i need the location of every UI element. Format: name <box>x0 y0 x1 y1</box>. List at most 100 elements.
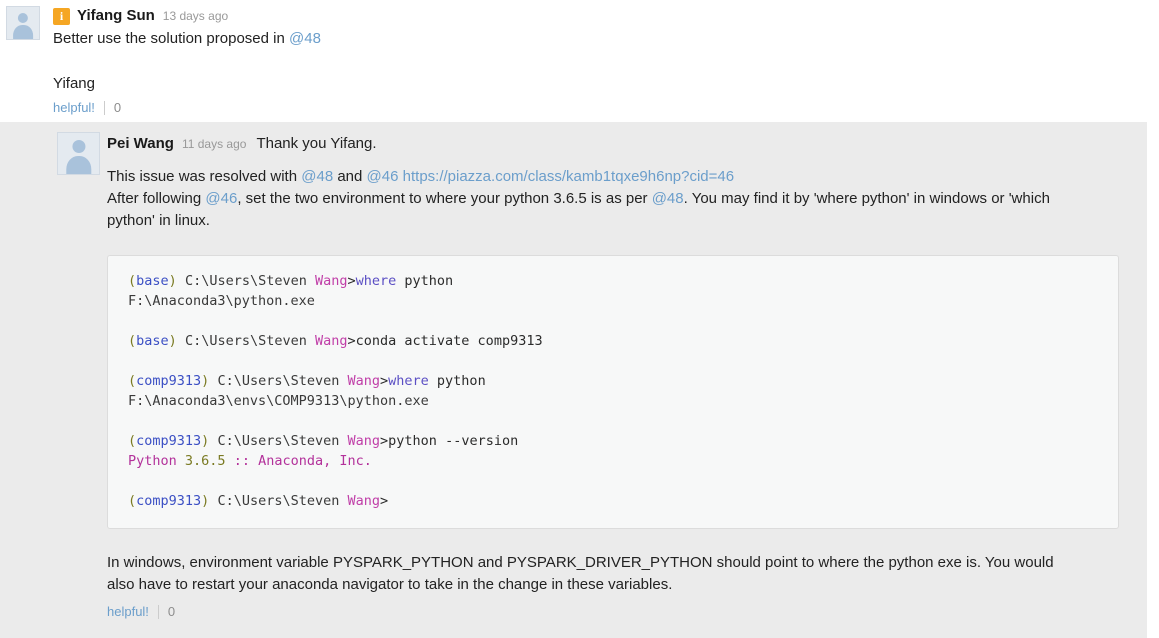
closing-line-2: also have to restart your anaconda navig… <box>107 576 673 593</box>
code-token: Wang <box>347 433 381 449</box>
code-token: Python <box>128 453 177 469</box>
reply-post-text: This issue was resolved with @48 and @46… <box>107 166 1133 232</box>
post-reference-link-48[interactable]: @48 <box>301 168 333 185</box>
code-token: ( <box>128 433 137 449</box>
terminal-code-block: (base) C:\Users\Steven Wang>where python… <box>107 255 1119 529</box>
code-line: F:\Anaconda3\envs\COMP9313\python.exe <box>128 391 1098 411</box>
text-segment: After following <box>107 190 206 207</box>
text-segment: and <box>333 168 367 185</box>
code-line: (comp9313) C:\Users\Steven Wang> <box>128 491 1098 511</box>
root-helpful-row: helpful! 0 <box>53 100 1149 116</box>
code-token: Wang <box>314 333 348 349</box>
reply-post: Pei Wang 11 days ago Thank you Yifang. T… <box>0 122 1147 638</box>
author-name[interactable]: Pei Wang <box>107 132 174 156</box>
author-name[interactable]: Yifang Sun <box>77 6 155 26</box>
helpful-button[interactable]: helpful! <box>107 604 149 620</box>
root-post-signature: Yifang <box>53 75 95 92</box>
code-token: base <box>136 273 169 289</box>
post-reference-link-46[interactable]: @46 <box>367 168 399 185</box>
reply-post-header: Pei Wang 11 days ago Thank you Yifang. <box>107 132 1133 156</box>
post-reference-link-48[interactable]: @48 <box>652 190 684 207</box>
code-token: C:\Users\Steven <box>184 333 315 349</box>
closing-line-1: In windows, environment variable PYSPARK… <box>107 554 1054 571</box>
code-token: Wang <box>314 273 348 289</box>
code-token: ) <box>168 333 177 349</box>
code-line: F:\Anaconda3\python.exe <box>128 291 1098 311</box>
avatar <box>57 132 100 175</box>
post-timestamp: 11 days ago <box>181 137 247 151</box>
code-token: Wang <box>347 373 381 389</box>
code-token: > <box>347 333 356 349</box>
reply-text-line-2: After following @46, set the two environ… <box>107 188 1133 210</box>
code-token: python <box>388 433 437 449</box>
code-token: ) <box>168 273 177 289</box>
code-token: Wang <box>347 493 381 509</box>
code-token: > <box>347 273 356 289</box>
code-token: base <box>136 333 169 349</box>
code-token: F:\Anaconda3\python.exe <box>128 293 315 309</box>
divider <box>157 605 159 619</box>
instructor-badge-icon: i <box>53 7 70 25</box>
text-segment: . You may find it by 'where python' in w… <box>683 190 1050 207</box>
code-lines: (base) C:\Users\Steven Wang>where python… <box>128 271 1098 511</box>
code-token: 3.6.5 <box>176 453 226 469</box>
root-post-body: i Yifang Sun 13 days ago Better use the … <box>53 6 1149 116</box>
helpful-button[interactable]: helpful! <box>53 100 95 116</box>
code-token: C:\Users\Steven <box>184 273 315 289</box>
code-token: comp9313 <box>136 433 202 449</box>
root-post-text: Better use the solution proposed in @48 <box>53 28 1149 50</box>
reply-text-line-3: python' in linux. <box>107 212 210 229</box>
code-token: > <box>380 373 389 389</box>
code-line: (base) C:\Users\Steven Wang>conda activa… <box>128 331 1098 351</box>
code-token: ( <box>128 333 137 349</box>
panel-right-gutter <box>1147 122 1159 638</box>
code-token: comp9313 <box>136 373 202 389</box>
text-segment: , set the two environment to where your … <box>237 190 652 207</box>
code-token: ( <box>128 493 137 509</box>
code-line: (comp9313) C:\Users\Steven Wang>where py… <box>128 371 1098 391</box>
reply-helpful-row: helpful! 0 <box>107 604 1133 620</box>
code-token: ( <box>128 373 137 389</box>
post-reference-link-46[interactable]: @46 <box>205 190 237 207</box>
helpful-count: 0 <box>113 100 122 115</box>
code-token: python <box>396 273 454 289</box>
code-token: > <box>380 493 389 509</box>
divider <box>103 101 105 115</box>
piazza-url-link[interactable]: https://piazza.com/class/kamb1tqxe9h6np?… <box>403 168 734 185</box>
code-token: where <box>388 373 429 389</box>
code-token: activate comp9313 <box>396 333 543 349</box>
reply-greeting: Thank you Yifang. <box>256 135 377 152</box>
code-token: C:\Users\Steven <box>217 493 348 509</box>
code-line: Python 3.6.5 :: Anaconda, Inc. <box>128 451 1098 471</box>
avatar <box>6 6 40 40</box>
root-post-text-segment: Better use the solution proposed in <box>53 30 289 47</box>
code-token: :: Anaconda, Inc. <box>225 453 372 469</box>
code-token: ( <box>128 273 137 289</box>
code-token: python <box>428 373 486 389</box>
helpful-count: 0 <box>167 604 176 619</box>
reply-post-body: Pei Wang 11 days ago Thank you Yifang. T… <box>107 132 1133 620</box>
reply-closing-text: In windows, environment variable PYSPARK… <box>107 552 1133 596</box>
post-timestamp: 13 days ago <box>162 9 229 23</box>
root-post-header: i Yifang Sun 13 days ago <box>53 6 1149 26</box>
root-post: i Yifang Sun 13 days ago Better use the … <box>0 0 1159 122</box>
code-token: C:\Users\Steven <box>217 433 348 449</box>
code-token: F:\Anaconda3\envs\COMP9313\python.exe <box>128 393 429 409</box>
post-reference-link-48[interactable]: @48 <box>289 30 321 47</box>
code-token: > <box>380 433 389 449</box>
code-line: (comp9313) C:\Users\Steven Wang>python -… <box>128 431 1098 451</box>
code-token: comp9313 <box>136 493 202 509</box>
code-token: conda <box>355 333 397 349</box>
text-segment: This issue was resolved with <box>107 168 302 185</box>
code-line: (base) C:\Users\Steven Wang>where python <box>128 271 1098 291</box>
code-token: where <box>355 273 397 289</box>
reply-text-line-1: This issue was resolved with @48 and @46… <box>107 166 1133 188</box>
code-token: --version <box>436 433 519 449</box>
code-token: C:\Users\Steven <box>217 373 348 389</box>
